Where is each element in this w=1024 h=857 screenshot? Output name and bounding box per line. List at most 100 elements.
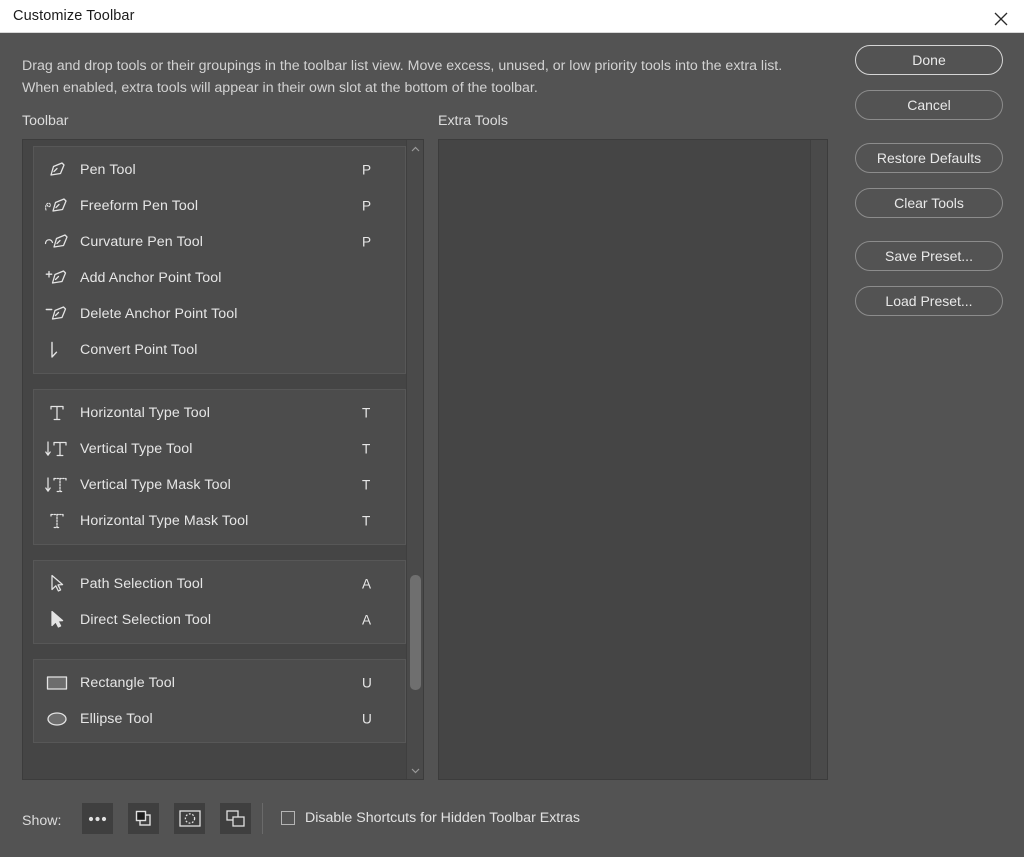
tool-shortcut: T bbox=[362, 405, 371, 421]
direct-selection-tool-icon bbox=[34, 609, 80, 631]
tool-group[interactable]: Path Selection Tool A Direct Selection Too… bbox=[33, 560, 406, 644]
tool-shortcut: U bbox=[362, 675, 372, 691]
restore-defaults-button[interactable]: Restore Defaults bbox=[855, 143, 1003, 173]
tool-label: Horizontal Type Tool bbox=[80, 405, 211, 421]
ellipsis-extras-icon[interactable] bbox=[82, 803, 113, 834]
chevron-down-glyph bbox=[411, 768, 419, 773]
tool-row[interactable]: Ellipse Tool U bbox=[34, 701, 405, 737]
tool-shortcut: T bbox=[362, 441, 371, 457]
tool-row[interactable]: Horizontal Type Tool T bbox=[34, 395, 405, 431]
vertical-type-tool-icon-glyph bbox=[45, 441, 67, 457]
scroll-up-arrow-icon[interactable] bbox=[407, 140, 423, 157]
tool-shortcut: P bbox=[362, 234, 372, 250]
freeform-pen-tool-icon bbox=[34, 195, 80, 217]
close-glyph bbox=[994, 12, 1008, 26]
toolbar-list[interactable]: Pen Tool P Freeform Pen Tool P Curvature Pen… bbox=[23, 140, 406, 779]
chevron-up-glyph bbox=[411, 146, 419, 151]
customize-toolbar-dialog: Drag and drop tools or their groupings i… bbox=[0, 33, 1024, 857]
scrollbar-thumb[interactable] bbox=[410, 575, 421, 690]
ellipse-tool-icon-glyph bbox=[47, 712, 67, 726]
tool-row[interactable]: Rectangle Tool U bbox=[34, 665, 405, 701]
save-preset-button[interactable]: Save Preset... bbox=[855, 241, 1003, 271]
add-anchor-point-tool-icon bbox=[34, 267, 80, 289]
tool-label: Ellipse Tool bbox=[80, 711, 153, 727]
tool-shortcut: P bbox=[362, 162, 372, 178]
add-anchor-point-tool-icon-glyph bbox=[45, 270, 67, 284]
tool-shortcut: T bbox=[362, 477, 371, 493]
ellipse-glyph bbox=[47, 712, 67, 726]
tool-group[interactable]: Horizontal Type Tool T Vertical Type Tool T… bbox=[33, 389, 406, 545]
tool-row[interactable]: Pen Tool P bbox=[34, 152, 405, 188]
tool-group[interactable]: Pen Tool P Freeform Pen Tool P Curvature Pen… bbox=[33, 146, 406, 374]
tool-label: Pen Tool bbox=[80, 162, 136, 178]
tool-group[interactable]: Rectangle Tool U Ellipse Tool U bbox=[33, 659, 406, 743]
cancel-button[interactable]: Cancel bbox=[855, 90, 1003, 120]
tool-label: Curvature Pen Tool bbox=[80, 234, 203, 250]
tool-label: Path Selection Tool bbox=[80, 576, 204, 592]
delete-anchor-point-tool-icon bbox=[34, 303, 80, 325]
tool-row[interactable]: Path Selection Tool A bbox=[34, 566, 405, 602]
tool-label: Vertical Type Mask Tool bbox=[80, 477, 231, 493]
tool-label: Add Anchor Point Tool bbox=[80, 270, 222, 286]
tool-shortcut: A bbox=[362, 612, 372, 628]
pen-tool-icon bbox=[34, 159, 80, 181]
bottom-bar-divider bbox=[262, 803, 263, 834]
tool-shortcut: A bbox=[362, 576, 372, 592]
screen-mode-icon[interactable] bbox=[220, 803, 251, 834]
toolbar-list-panel[interactable]: Pen Tool P Freeform Pen Tool P Curvature Pen… bbox=[22, 139, 424, 780]
tool-shortcut: P bbox=[362, 198, 372, 214]
path-selection-tool-icon bbox=[34, 573, 80, 595]
tool-row[interactable]: Delete Anchor Point Tool bbox=[34, 296, 405, 332]
convert-point-tool-icon bbox=[34, 339, 80, 361]
done-button[interactable]: Done bbox=[855, 45, 1003, 75]
close-icon[interactable] bbox=[978, 0, 1024, 32]
load-preset-button[interactable]: Load Preset... bbox=[855, 286, 1003, 316]
tool-row[interactable]: Direct Selection Tool A bbox=[34, 602, 405, 638]
freeform-pen-tool-icon-glyph bbox=[45, 198, 67, 212]
tool-label: Direct Selection Tool bbox=[80, 612, 212, 628]
tool-row[interactable]: Curvature Pen Tool P bbox=[34, 224, 405, 260]
extra-tools-scrollbar[interactable] bbox=[810, 140, 827, 779]
tool-row[interactable]: Add Anchor Point Tool bbox=[34, 260, 405, 296]
tool-row[interactable]: Convert Point Tool bbox=[34, 332, 405, 368]
foreground-background-color-icon[interactable] bbox=[128, 803, 159, 834]
extra-tools-column-label: Extra Tools bbox=[438, 113, 508, 129]
disable-shortcuts-checkbox[interactable] bbox=[281, 811, 295, 825]
ellipsis-glyph bbox=[88, 816, 107, 821]
vertical-type-tool-icon bbox=[34, 439, 80, 459]
curvature-pen-tool-icon-glyph bbox=[44, 234, 68, 248]
extra-tools-list-panel[interactable] bbox=[438, 139, 828, 780]
vertical-type-mask-tool-icon-glyph bbox=[45, 477, 67, 493]
horizontal-type-tool-icon-glyph bbox=[50, 405, 64, 421]
tool-row[interactable]: Freeform Pen Tool P bbox=[34, 188, 405, 224]
delete-anchor-point-tool-icon-glyph bbox=[45, 306, 67, 320]
rectangle-tool-icon-glyph bbox=[46, 676, 68, 690]
direct-selection-tool-icon-glyph bbox=[51, 610, 64, 628]
extra-tools-list[interactable] bbox=[439, 140, 810, 779]
bottom-bar: Show: Disable Shortcuts for Hidden Toolb… bbox=[0, 785, 1024, 857]
tool-label: Vertical Type Tool bbox=[80, 441, 193, 457]
tool-row[interactable]: Horizontal Type Mask Tool T bbox=[34, 503, 405, 539]
pen-tool-icon-glyph bbox=[50, 162, 65, 176]
window-titlebar: Customize Toolbar bbox=[0, 0, 1024, 33]
disable-shortcuts-label[interactable]: Disable Shortcuts for Hidden Toolbar Ext… bbox=[305, 810, 580, 826]
ellipse-tool-icon bbox=[34, 710, 80, 728]
tool-row[interactable]: Vertical Type Mask Tool T bbox=[34, 467, 405, 503]
horizontal-type-mask-tool-icon bbox=[34, 511, 80, 531]
toolbar-scrollbar[interactable] bbox=[406, 140, 423, 779]
tool-label: Delete Anchor Point Tool bbox=[80, 306, 238, 322]
tool-row[interactable]: Vertical Type Tool T bbox=[34, 431, 405, 467]
horizontal-type-mask-tool-icon-glyph bbox=[50, 513, 64, 529]
tool-label: Horizontal Type Mask Tool bbox=[80, 513, 249, 529]
window-title: Customize Toolbar bbox=[13, 8, 135, 24]
horizontal-type-tool-icon bbox=[34, 403, 80, 423]
quick-mask-mode-icon[interactable] bbox=[174, 803, 205, 834]
tool-label: Rectangle Tool bbox=[80, 675, 175, 691]
vertical-type-mask-tool-icon bbox=[34, 475, 80, 495]
scroll-down-arrow-icon[interactable] bbox=[407, 762, 423, 779]
instructions-text: Drag and drop tools or their groupings i… bbox=[22, 58, 783, 96]
tool-label: Convert Point Tool bbox=[80, 342, 198, 358]
quick-mask-glyph bbox=[178, 810, 201, 827]
tool-shortcut: U bbox=[362, 711, 372, 727]
clear-tools-button[interactable]: Clear Tools bbox=[855, 188, 1003, 218]
